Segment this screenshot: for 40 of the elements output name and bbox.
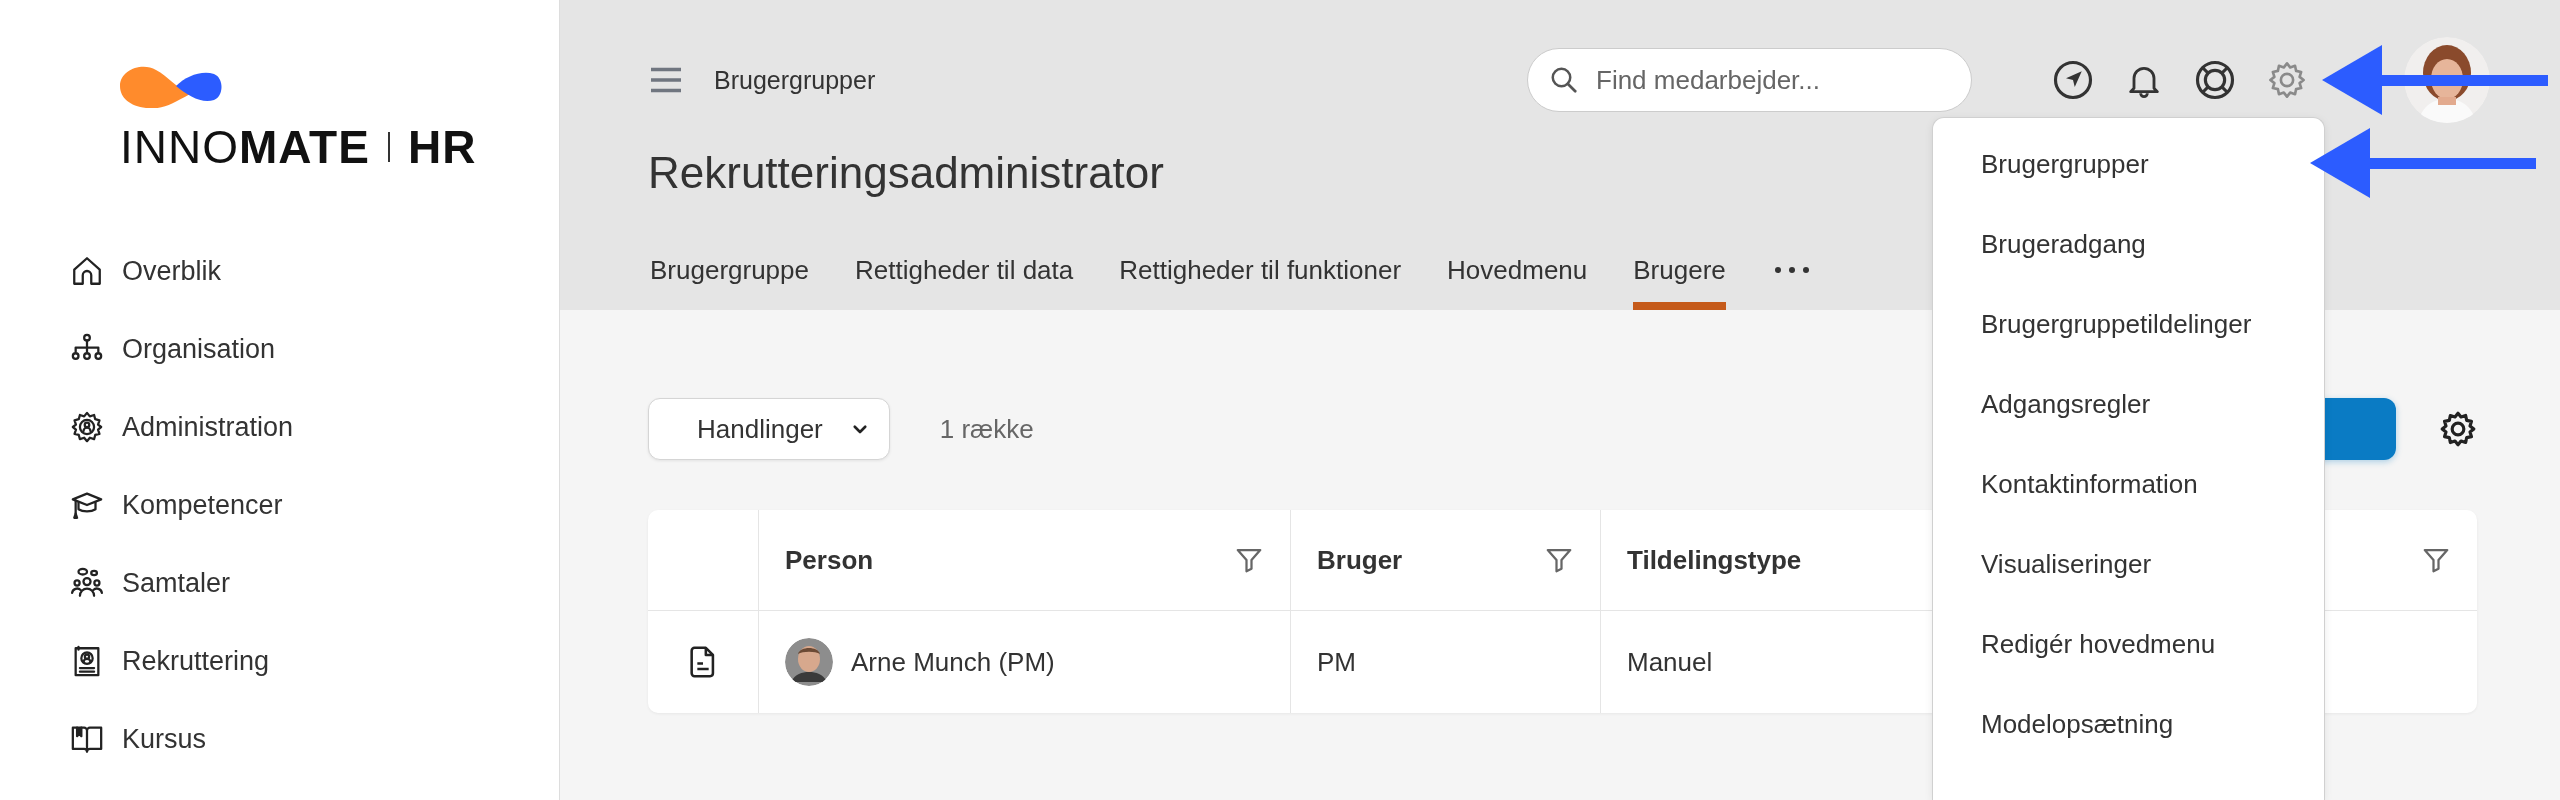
menu-item[interactable]: Visualiseringer (1933, 524, 2152, 604)
settings-icon[interactable] (2438, 409, 2478, 449)
table-cell: Manuel (1627, 646, 1713, 678)
tab[interactable]: Rettigheder til funktioner (1119, 230, 1402, 310)
column-header: Person (785, 544, 874, 576)
navigation-icon[interactable] (2052, 59, 2094, 101)
lifebuoy-icon[interactable] (2194, 59, 2236, 101)
search-field[interactable]: Find medarbejder... (1527, 48, 1972, 112)
home-icon (70, 254, 104, 288)
breadcrumb: Brugergrupper (714, 65, 876, 95)
table-cell: PM (1317, 646, 1356, 678)
menu-item[interactable]: Brugeradgang (1933, 204, 2146, 284)
menu-item[interactable]: Brugergruppetildelinger (1933, 284, 2252, 364)
menu-item[interactable]: Adgangsregler (1933, 364, 2151, 444)
search-icon (1549, 65, 1579, 95)
tab[interactable]: Hovedmenu (1447, 230, 1588, 310)
sidebar-item[interactable]: Organisation (0, 310, 282, 388)
actions-dropdown[interactable]: Handlinger (648, 398, 890, 460)
sidebar-item[interactable]: Rekruttering (0, 622, 276, 700)
tab[interactable]: Rettigheder til data (855, 230, 1074, 310)
sidebar-item[interactable]: Kursus (0, 700, 213, 778)
gear-icon (70, 410, 104, 444)
row-count: 1 række (939, 413, 1034, 445)
sidebar-item[interactable]: Kompetencer (0, 466, 289, 544)
menu-item[interactable]: Modelopsætning (1933, 684, 2174, 764)
page-title: Rekrutteringsadministrator (648, 147, 1164, 199)
menu-item[interactable]: Kontaktinformation (1933, 444, 2198, 524)
table-cell: Arne Munch (PM) (851, 646, 1055, 678)
logo-wordmark: INNOMATE (120, 120, 370, 174)
menu-item[interactable]: Redigér hovedmenu (1933, 604, 2216, 684)
sidebar-item[interactable]: Administration (0, 388, 300, 466)
column-header: Bruger (1317, 544, 1403, 576)
tab[interactable]: Brugere (1633, 230, 1726, 310)
people-icon (70, 566, 104, 600)
column-header: Tildelingstype (1627, 544, 1802, 576)
menu-item[interactable]: Brugergrupper (1933, 124, 2149, 204)
logo-product: HR (407, 120, 477, 174)
sidebar-item[interactable]: Overblik (0, 232, 228, 310)
sidebar-item[interactable]: Samtaler (0, 544, 237, 622)
tab[interactable]: Brugergruppe (650, 230, 809, 310)
